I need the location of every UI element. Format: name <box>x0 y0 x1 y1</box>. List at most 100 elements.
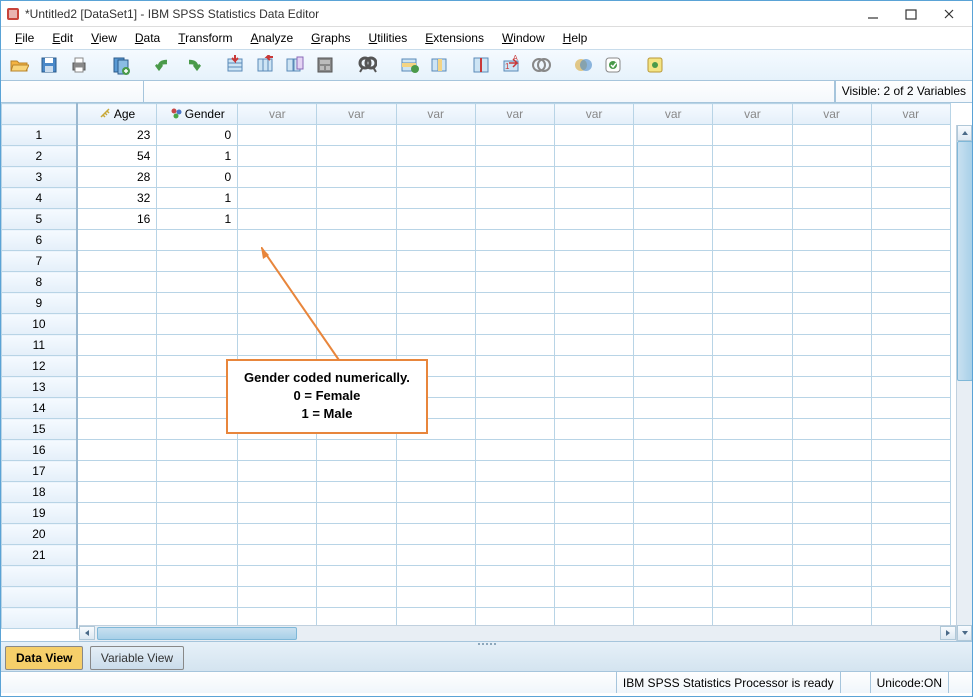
empty-cell[interactable] <box>475 356 554 377</box>
empty-column-header[interactable]: var <box>713 104 792 125</box>
empty-cell[interactable] <box>792 566 871 587</box>
empty-cell[interactable] <box>792 167 871 188</box>
split-button[interactable] <box>467 52 495 78</box>
empty-cell[interactable] <box>554 125 633 146</box>
empty-cell[interactable] <box>396 209 475 230</box>
empty-cell[interactable] <box>871 335 950 356</box>
empty-cell[interactable] <box>475 482 554 503</box>
empty-cell[interactable] <box>157 545 238 566</box>
empty-cell[interactable] <box>634 566 713 587</box>
empty-cell[interactable] <box>871 251 950 272</box>
vertical-scrollbar[interactable] <box>956 125 972 641</box>
insert-var-button[interactable] <box>425 52 453 78</box>
empty-cell[interactable] <box>713 209 792 230</box>
empty-cell[interactable] <box>475 503 554 524</box>
empty-cell[interactable] <box>634 440 713 461</box>
empty-cell[interactable] <box>77 545 157 566</box>
empty-cell[interactable] <box>792 272 871 293</box>
empty-column-header[interactable]: var <box>396 104 475 125</box>
empty-cell[interactable] <box>871 503 950 524</box>
empty-cell[interactable] <box>238 314 317 335</box>
row-header[interactable]: 4 <box>2 188 77 209</box>
menu-utilities[interactable]: Utilities <box>361 29 416 47</box>
empty-cell[interactable] <box>554 524 633 545</box>
empty-cell[interactable] <box>634 335 713 356</box>
scroll-left-button[interactable] <box>79 626 95 640</box>
empty-cell[interactable] <box>317 167 396 188</box>
empty-cell[interactable] <box>792 356 871 377</box>
empty-column-header[interactable]: var <box>871 104 950 125</box>
empty-cell[interactable] <box>317 461 396 482</box>
empty-cell[interactable] <box>871 356 950 377</box>
empty-cell[interactable] <box>396 125 475 146</box>
column-header-gender[interactable]: Gender <box>157 104 238 125</box>
scroll-up-button[interactable] <box>957 125 972 141</box>
empty-cell[interactable] <box>77 230 157 251</box>
data-cell[interactable]: 23 <box>77 125 157 146</box>
empty-cell[interactable] <box>317 125 396 146</box>
empty-cell[interactable] <box>317 524 396 545</box>
empty-cell[interactable] <box>77 356 157 377</box>
empty-cell[interactable] <box>77 524 157 545</box>
empty-cell[interactable] <box>792 293 871 314</box>
empty-cell[interactable] <box>634 293 713 314</box>
empty-column-header[interactable]: var <box>554 104 633 125</box>
empty-cell[interactable] <box>713 125 792 146</box>
empty-cell[interactable] <box>396 503 475 524</box>
menu-data[interactable]: Data <box>127 29 168 47</box>
empty-cell[interactable] <box>871 293 950 314</box>
menu-graphs[interactable]: Graphs <box>303 29 358 47</box>
empty-cell[interactable] <box>634 461 713 482</box>
empty-cell[interactable] <box>713 461 792 482</box>
empty-cell[interactable] <box>317 230 396 251</box>
empty-cell[interactable] <box>871 440 950 461</box>
empty-cell[interactable] <box>475 188 554 209</box>
empty-column-header[interactable]: var <box>792 104 871 125</box>
empty-cell[interactable] <box>475 419 554 440</box>
empty-cell[interactable] <box>238 566 317 587</box>
empty-cell[interactable] <box>634 209 713 230</box>
empty-cell[interactable] <box>238 482 317 503</box>
row-header[interactable]: 20 <box>2 524 77 545</box>
goto-case-button[interactable] <box>221 52 249 78</box>
active-cell-value[interactable] <box>144 81 835 102</box>
row-header[interactable]: 21 <box>2 545 77 566</box>
empty-cell[interactable] <box>713 167 792 188</box>
empty-cell[interactable] <box>554 377 633 398</box>
empty-cell[interactable] <box>634 146 713 167</box>
empty-cell[interactable] <box>871 209 950 230</box>
empty-cell[interactable] <box>713 293 792 314</box>
empty-cell[interactable] <box>396 524 475 545</box>
row-header[interactable]: 8 <box>2 272 77 293</box>
empty-cell[interactable] <box>634 188 713 209</box>
empty-cell[interactable] <box>554 482 633 503</box>
row-header[interactable]: 2 <box>2 146 77 167</box>
empty-cell[interactable] <box>396 251 475 272</box>
row-header[interactable]: 16 <box>2 440 77 461</box>
empty-cell[interactable] <box>77 377 157 398</box>
empty-cell[interactable] <box>871 461 950 482</box>
empty-cell[interactable] <box>317 545 396 566</box>
row-header[interactable]: 14 <box>2 398 77 419</box>
empty-cell[interactable] <box>554 293 633 314</box>
empty-cell[interactable] <box>713 356 792 377</box>
menu-window[interactable]: Window <box>494 29 553 47</box>
empty-cell[interactable] <box>475 251 554 272</box>
add-on-button[interactable] <box>641 52 669 78</box>
scroll-right-button[interactable] <box>940 626 956 640</box>
empty-cell[interactable] <box>317 482 396 503</box>
empty-cell[interactable] <box>792 377 871 398</box>
empty-cell[interactable] <box>871 125 950 146</box>
empty-cell[interactable] <box>238 230 317 251</box>
empty-cell[interactable] <box>238 167 317 188</box>
empty-cell[interactable] <box>157 251 238 272</box>
row-header[interactable]: 18 <box>2 482 77 503</box>
use-sets-button[interactable] <box>599 52 627 78</box>
empty-cell[interactable] <box>713 377 792 398</box>
empty-cell[interactable] <box>871 188 950 209</box>
redo-button[interactable] <box>179 52 207 78</box>
row-header[interactable] <box>2 587 77 608</box>
row-header[interactable]: 17 <box>2 461 77 482</box>
empty-cell[interactable] <box>634 272 713 293</box>
empty-cell[interactable] <box>634 314 713 335</box>
